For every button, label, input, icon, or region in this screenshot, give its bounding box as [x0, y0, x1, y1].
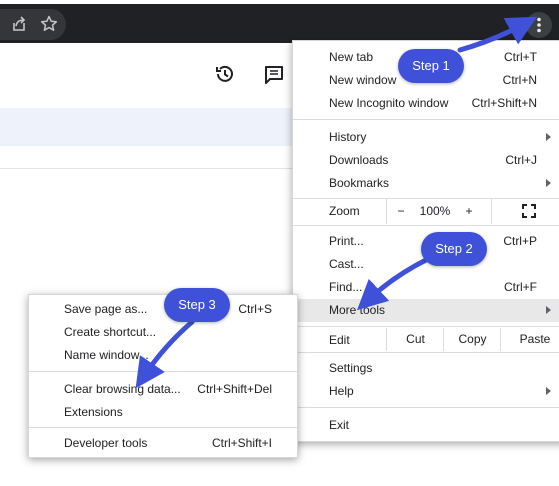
- submenu-item-save-page[interactable]: Save page as... Ctrl+S: [29, 299, 297, 321]
- zoom-row: Zoom − 100% +: [293, 199, 559, 224]
- paste-button[interactable]: Paste: [500, 328, 559, 351]
- copy-button[interactable]: Copy: [443, 328, 501, 351]
- zoom-in-button[interactable]: +: [461, 204, 477, 218]
- edit-row: Edit Cut Copy Paste: [293, 328, 559, 351]
- star-icon[interactable]: [39, 14, 59, 34]
- submenu-item-label: Save page as...: [64, 302, 148, 316]
- zoom-out-button[interactable]: −: [393, 204, 409, 218]
- menu-item-shortcut: Ctrl+J: [505, 153, 537, 167]
- submenu-separator: [29, 427, 297, 428]
- step2-callout: Step 2: [421, 232, 487, 266]
- submenu-arrow-icon: [546, 179, 551, 187]
- submenu-arrow-icon: [546, 306, 551, 314]
- menu-item-shortcut: Ctrl+Shift+N: [471, 96, 537, 110]
- menu-separator: [293, 326, 559, 327]
- menu-item-label: Bookmarks: [329, 176, 390, 190]
- submenu-item-label: Clear browsing data...: [64, 382, 181, 396]
- menu-item-shortcut: Ctrl+P: [503, 234, 537, 248]
- menu-item-shortcut: Ctrl+F: [504, 280, 537, 294]
- menu-item-history[interactable]: History: [293, 126, 559, 149]
- menu-item-label: Print...: [329, 234, 364, 248]
- menu-item-label: New tab: [329, 50, 374, 64]
- submenu-item-developer-tools[interactable]: Developer tools Ctrl+Shift+I: [29, 433, 297, 455]
- submenu-arrow-icon: [546, 387, 551, 395]
- chat-icon[interactable]: [263, 64, 285, 86]
- menu-item-settings[interactable]: Settings: [293, 357, 559, 380]
- submenu-item-label: Extensions: [64, 405, 123, 419]
- submenu-item-shortcut: Ctrl+S: [238, 302, 272, 316]
- more-tools-submenu: Save page as... Ctrl+S Create shortcut..…: [28, 294, 298, 458]
- menu-item-exit[interactable]: Exit: [293, 414, 559, 437]
- menu-item-label: New Incognito window: [329, 96, 449, 110]
- menu-item-more-tools[interactable]: More tools: [293, 299, 559, 322]
- submenu-item-label: Create shortcut...: [64, 325, 157, 339]
- menu-item-label: More tools: [329, 303, 386, 317]
- menu-item-help[interactable]: Help: [293, 380, 559, 403]
- zoom-label: Zoom: [329, 204, 360, 218]
- fullscreen-icon[interactable]: [522, 204, 536, 218]
- submenu-item-name-window[interactable]: Name window...: [29, 345, 297, 367]
- menu-separator: [293, 225, 559, 226]
- submenu-item-shortcut: Ctrl+Shift+I: [211, 436, 272, 450]
- submenu-item-shortcut: Ctrl+Shift+Del: [197, 382, 272, 396]
- submenu-item-label: Developer tools: [64, 436, 148, 450]
- step3-callout: Step 3: [164, 288, 230, 322]
- menu-item-label: Cast...: [329, 257, 364, 271]
- menu-item-label: New window: [329, 73, 397, 87]
- menu-separator: [293, 352, 559, 353]
- page-search-band: [0, 108, 292, 146]
- menu-item-shortcut: Ctrl+T: [504, 50, 537, 64]
- menu-item-label: Help: [329, 384, 354, 398]
- share-icon[interactable]: [9, 14, 29, 34]
- menu-separator: [293, 119, 559, 120]
- window-edge: [0, 0, 559, 4]
- menu-item-label: Find...: [329, 280, 363, 294]
- submenu-item-extensions[interactable]: Extensions: [29, 402, 297, 424]
- submenu-arrow-icon: [546, 133, 551, 141]
- divider: [0, 168, 292, 169]
- step1-callout: Step 1: [398, 49, 464, 83]
- menu-item-find[interactable]: Find... Ctrl+F: [293, 276, 559, 299]
- zoom-level: 100%: [419, 204, 451, 218]
- zoom-controls: − 100% +: [386, 199, 477, 224]
- menu-item-new-incognito-window[interactable]: New Incognito window Ctrl+Shift+N: [293, 92, 559, 115]
- menu-item-downloads[interactable]: Downloads Ctrl+J: [293, 149, 559, 172]
- menu-separator: [293, 407, 559, 408]
- edit-label: Edit: [329, 333, 350, 347]
- menu-item-label: Settings: [329, 361, 373, 375]
- history-icon[interactable]: [214, 63, 236, 85]
- submenu-item-label: Name window...: [64, 348, 149, 362]
- kebab-menu-icon[interactable]: [526, 12, 552, 38]
- submenu-item-create-shortcut[interactable]: Create shortcut...: [29, 322, 297, 344]
- menu-item-shortcut: Ctrl+N: [502, 73, 537, 87]
- menu-item-label: History: [329, 130, 367, 144]
- menu-item-label: Downloads: [329, 153, 389, 167]
- submenu-separator: [29, 371, 297, 372]
- submenu-item-clear-browsing-data[interactable]: Clear browsing data... Ctrl+Shift+Del: [29, 379, 297, 401]
- menu-item-bookmarks[interactable]: Bookmarks: [293, 172, 559, 195]
- cut-button[interactable]: Cut: [386, 328, 444, 351]
- browser-toolbar: [0, 0, 559, 43]
- fullscreen-cell: [491, 199, 559, 224]
- menu-item-label: Exit: [329, 418, 350, 432]
